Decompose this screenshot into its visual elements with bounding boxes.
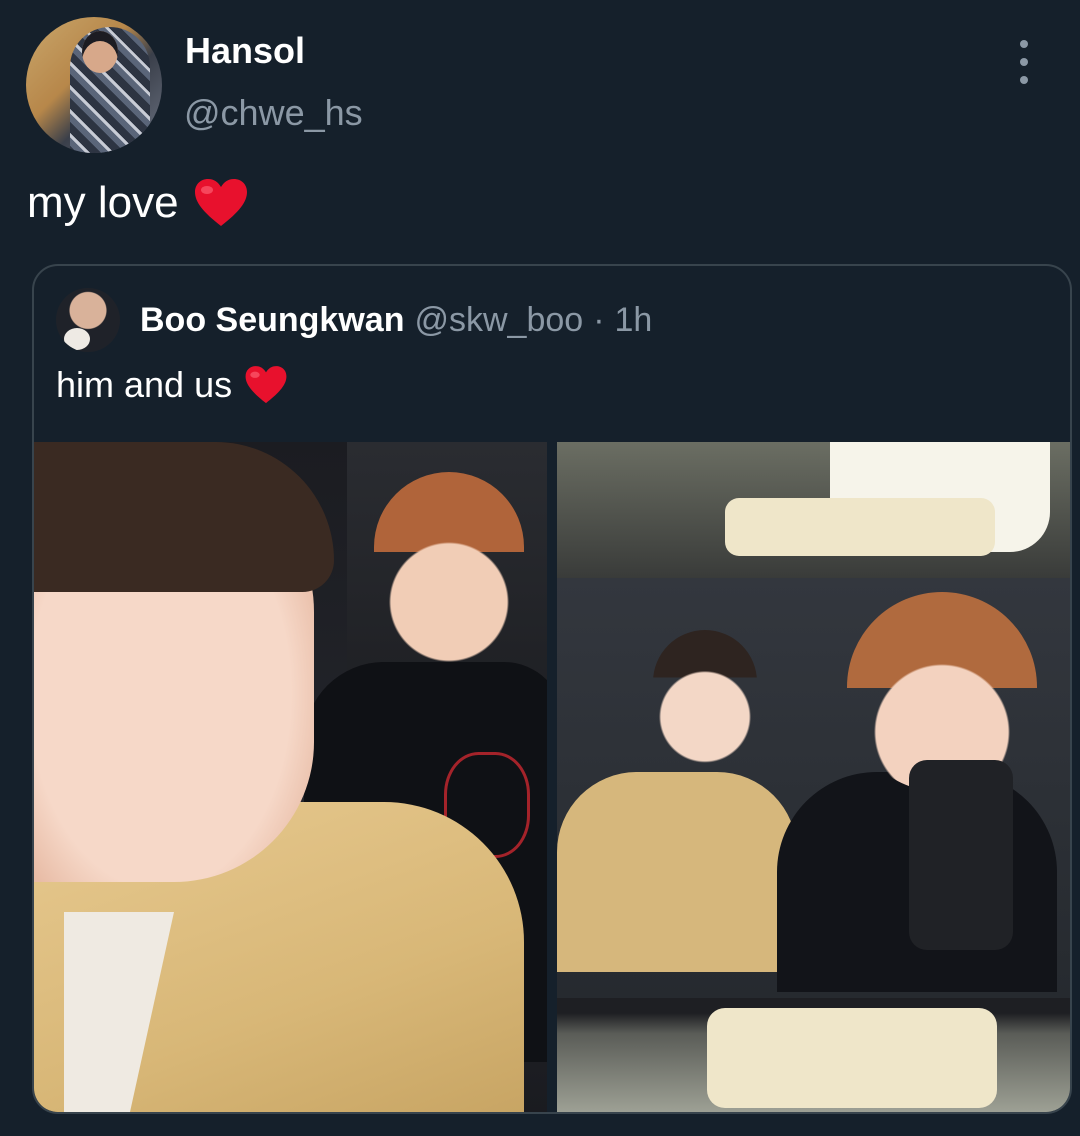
tweet: Hansol @chwe_hs my love Boo Seungkwan @s…	[0, 0, 1080, 1136]
quoted-timestamp[interactable]: 1h	[615, 301, 653, 340]
tweet-text: my love	[27, 178, 249, 228]
photo-subject	[374, 472, 524, 672]
quoted-tweet-text: him and us	[56, 364, 288, 406]
quoted-author-handle[interactable]: @skw_boo	[414, 301, 583, 340]
author-handle[interactable]: @chwe_hs	[184, 92, 363, 134]
more-dot	[1020, 40, 1028, 48]
quoted-author-avatar[interactable]	[56, 288, 120, 352]
photo-subject	[557, 772, 797, 972]
heart-emoji	[193, 178, 249, 228]
separator-dot: ·	[593, 300, 605, 339]
quoted-tweet[interactable]: Boo Seungkwan @skw_boo · 1h him and us	[32, 264, 1072, 1114]
avatar-head	[82, 31, 118, 73]
photo-phone	[909, 760, 1013, 950]
photo-phone-holder	[725, 498, 995, 556]
photo-2[interactable]	[557, 442, 1070, 1112]
more-dot	[1020, 76, 1028, 84]
tweet-text-content: my love	[27, 178, 179, 227]
photo-subject	[653, 630, 757, 770]
quoted-tweet-text-content: him and us	[56, 364, 233, 405]
photo-subject	[34, 442, 334, 592]
more-vertical-icon[interactable]	[1008, 40, 1040, 84]
quoted-author-display-name[interactable]: Boo Seungkwan	[140, 301, 404, 340]
photo-phone-holder	[707, 1008, 997, 1108]
more-dot	[1020, 58, 1028, 66]
media-grid	[34, 442, 1070, 1112]
photo-1[interactable]	[34, 442, 547, 1112]
quoted-tweet-header: Boo Seungkwan @skw_boo · 1h	[56, 288, 652, 352]
quoted-author-meta: Boo Seungkwan @skw_boo · 1h	[140, 301, 652, 340]
author-avatar[interactable]	[26, 17, 162, 153]
heart-emoji	[244, 365, 288, 405]
author-display-name[interactable]: Hansol	[185, 30, 305, 72]
